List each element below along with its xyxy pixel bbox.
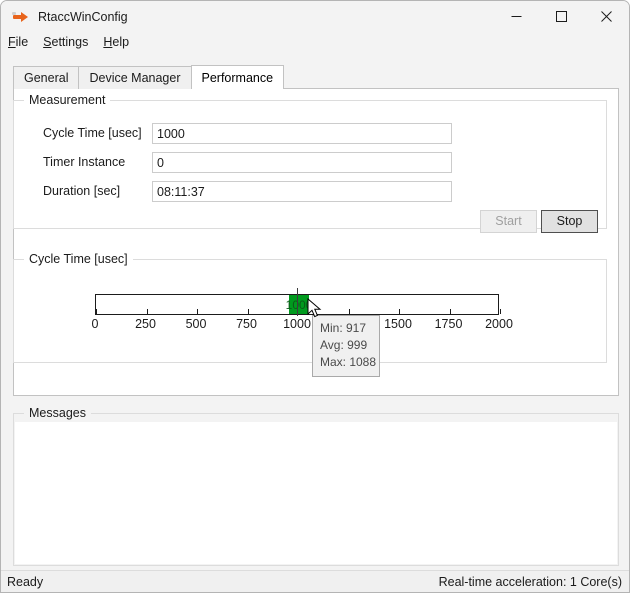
minimize-icon[interactable] (494, 1, 539, 32)
cycle-time-group: Cycle Time [usec] 1000 0 250 500 750 1000 150… (13, 252, 607, 363)
app-window: RtaccWinConfig File Settings Help Genera… (0, 0, 630, 593)
axis-tick-label: 500 (185, 317, 207, 331)
axis-tick-label: 0 (91, 317, 99, 331)
arrow-right-icon (12, 8, 29, 25)
window-title: RtaccWinConfig (38, 9, 128, 24)
status-acceleration-info: Real-time acceleration: 1 Core(s) (438, 574, 622, 589)
menu-item-file[interactable]: File (8, 34, 35, 50)
duration-label: Duration [sec] (43, 184, 121, 198)
axis-tick (348, 309, 350, 314)
axis-tick (146, 309, 148, 314)
tab-general[interactable]: General (13, 66, 80, 89)
duration-row: Duration [sec] (14, 181, 606, 203)
axis-tick-label: 250 (135, 317, 156, 331)
axis-tick (197, 309, 198, 314)
status-text: Ready (7, 574, 44, 589)
tooltip-max: Max: 1088 (320, 355, 377, 369)
axis-tick (96, 309, 97, 314)
axis-tick-label: 750 (236, 317, 257, 331)
window-controls (494, 1, 629, 32)
tab-performance[interactable]: Performance (190, 65, 285, 89)
messages-group-legend: Messages (24, 406, 91, 420)
tab-strip: General Device Manager Performance (13, 65, 285, 89)
cycle-time-row: Cycle Time [usec] (14, 123, 606, 145)
histogram-bar[interactable]: 1000 (286, 295, 312, 314)
axis-tick (247, 309, 249, 314)
axis-tick (399, 309, 400, 314)
axis-tick-label: 1750 (434, 317, 463, 331)
stop-button[interactable]: Stop (541, 210, 598, 233)
timer-instance-input[interactable] (152, 152, 452, 173)
menu-item-help[interactable]: Help (103, 34, 136, 50)
tab-device-manager[interactable]: Device Manager (78, 66, 192, 89)
duration-input[interactable] (152, 181, 452, 202)
status-bar: Ready Real-time acceleration: 1 Core(s) (1, 570, 629, 592)
menu-bar: File Settings Help (1, 32, 629, 52)
menu-item-settings[interactable]: Settings (43, 34, 95, 50)
statistics-tooltip: Min: 917 Avg: 999 Max: 1088 (312, 315, 380, 377)
start-button[interactable]: Start (480, 210, 537, 233)
timer-instance-label: Timer Instance (43, 155, 126, 169)
messages-group: Messages (13, 406, 619, 566)
cycle-time-input[interactable] (152, 123, 452, 144)
timer-instance-row: Timer Instance (14, 152, 606, 174)
cycle-time-label: Cycle Time [usec] (43, 126, 142, 140)
histogram-marker-line (297, 288, 298, 316)
axis-tick-label: 1500 (384, 317, 412, 331)
axis-tick (500, 309, 501, 314)
cycle-time-histogram: 1000 0 250 500 750 1000 1500 1750 2000 (14, 260, 606, 362)
axis-tick-label: 2000 (485, 317, 513, 331)
axis-tick-label: 1000 (283, 317, 311, 331)
close-icon[interactable] (584, 1, 629, 32)
histogram-bar-label: 1000 (285, 297, 313, 312)
tooltip-min: Min: 917 (320, 321, 367, 335)
measurement-group-legend: Measurement (24, 93, 111, 107)
measurement-group: Measurement Cycle Time [usec] Timer Inst… (13, 93, 607, 233)
messages-list[interactable] (15, 422, 617, 564)
tooltip-avg: Avg: 999 (320, 338, 368, 352)
maximize-icon[interactable] (539, 1, 584, 32)
title-bar[interactable]: RtaccWinConfig (1, 1, 629, 32)
axis-tick (449, 309, 451, 314)
